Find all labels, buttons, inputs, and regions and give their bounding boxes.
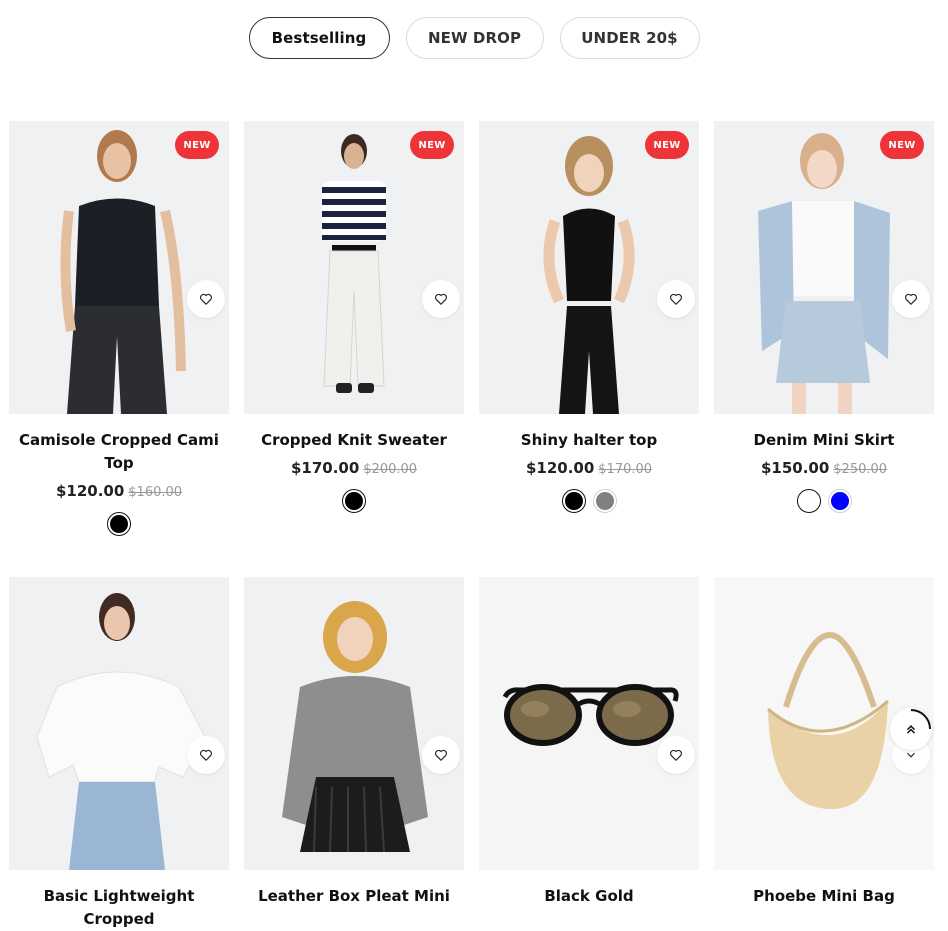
wishlist-button[interactable]: [422, 736, 460, 774]
color-swatches: [9, 512, 229, 536]
heart-icon: [670, 749, 682, 761]
product-image[interactable]: NEW: [479, 121, 699, 414]
scroll-to-top-button[interactable]: [890, 708, 932, 750]
heart-icon: [435, 293, 447, 305]
product-name[interactable]: Camisole Cropped Cami Top: [9, 429, 229, 475]
new-badge: NEW: [645, 131, 689, 159]
product-image[interactable]: NEW: [244, 121, 464, 414]
heart-icon: [670, 293, 682, 305]
sale-price: $120.00: [55, 482, 125, 500]
wishlist-button[interactable]: [187, 736, 225, 774]
new-badge: NEW: [410, 131, 454, 159]
product-price: $150.00 $250.00: [714, 458, 934, 477]
wishlist-button[interactable]: [657, 280, 695, 318]
product-image[interactable]: [244, 577, 464, 870]
product-image[interactable]: NEW: [714, 121, 934, 414]
color-swatches: [479, 489, 699, 513]
product-price: $120.00 $160.00: [9, 481, 229, 500]
product-photo: [502, 684, 679, 746]
collection-tabs: Bestselling NEW DROP UNDER 20$: [0, 17, 948, 59]
product-card[interactable]: Black Gold: [479, 577, 699, 917]
wishlist-button[interactable]: [657, 736, 695, 774]
sale-price: $120.00: [525, 459, 595, 477]
scroll-progress-ring: [910, 709, 931, 730]
swatch-black[interactable]: [342, 489, 366, 513]
color-swatches: [244, 489, 464, 513]
wishlist-button[interactable]: [187, 280, 225, 318]
product-image[interactable]: NEW: [9, 121, 229, 414]
product-card[interactable]: Leather Box Pleat Mini: [244, 577, 464, 917]
product-price: $120.00 $170.00: [479, 458, 699, 477]
product-photo: [36, 593, 206, 870]
new-badge: NEW: [880, 131, 924, 159]
product-grid: NEW Camisole Cropped Cami Top $120.00 $16…: [9, 121, 934, 928]
heart-icon: [905, 293, 917, 305]
product-card[interactable]: NEW Shiny halter top $120.00 $170.00: [479, 121, 699, 577]
product-card[interactable]: NEW Cropped Knit Sweater $170.00 $200.00: [244, 121, 464, 577]
chevron-down-icon: [907, 752, 915, 758]
product-photo: [60, 130, 186, 414]
sale-price: $150.00: [760, 459, 830, 477]
swatch-white[interactable]: [796, 489, 821, 513]
color-swatches: [714, 489, 934, 513]
sale-price: $170.00: [290, 459, 360, 477]
tab-new-drop[interactable]: NEW DROP: [405, 17, 544, 59]
original-price: $170.00: [598, 462, 653, 477]
product-image[interactable]: [9, 577, 229, 870]
wishlist-button[interactable]: [422, 280, 460, 318]
product-photo: [758, 133, 890, 414]
product-name[interactable]: Cropped Knit Sweater: [244, 429, 464, 452]
swatch-black[interactable]: [107, 512, 131, 536]
product-name[interactable]: Denim Mini Skirt: [714, 429, 934, 452]
product-name[interactable]: Shiny halter top: [479, 429, 699, 452]
product-photo: [282, 601, 428, 853]
product-photo: [322, 134, 386, 393]
tab-under-20[interactable]: UNDER 20$: [559, 17, 700, 59]
swatch-black[interactable]: [561, 489, 586, 513]
original-price: $160.00: [128, 485, 183, 500]
wishlist-button[interactable]: [892, 280, 930, 318]
product-card[interactable]: NEW Camisole Cropped Cami Top $120.00 $16…: [9, 121, 229, 577]
product-price: $170.00 $200.00: [244, 458, 464, 477]
tab-bestselling[interactable]: Bestselling: [248, 17, 390, 59]
new-badge: NEW: [175, 131, 219, 159]
product-card[interactable]: NEW Denim Mini Skirt $150.00 $250.00: [714, 121, 934, 577]
product-photo: [543, 136, 635, 414]
original-price: $250.00: [833, 462, 888, 477]
product-name[interactable]: Basic Lightweight Cropped: [9, 885, 229, 931]
heart-icon: [200, 293, 212, 305]
heart-icon: [435, 749, 447, 761]
original-price: $200.00: [363, 462, 418, 477]
swatch-gray[interactable]: [592, 489, 617, 513]
swatch-blue[interactable]: [827, 489, 852, 513]
product-image[interactable]: [479, 577, 699, 870]
product-card[interactable]: Basic Lightweight Cropped: [9, 577, 229, 928]
heart-icon: [200, 749, 212, 761]
